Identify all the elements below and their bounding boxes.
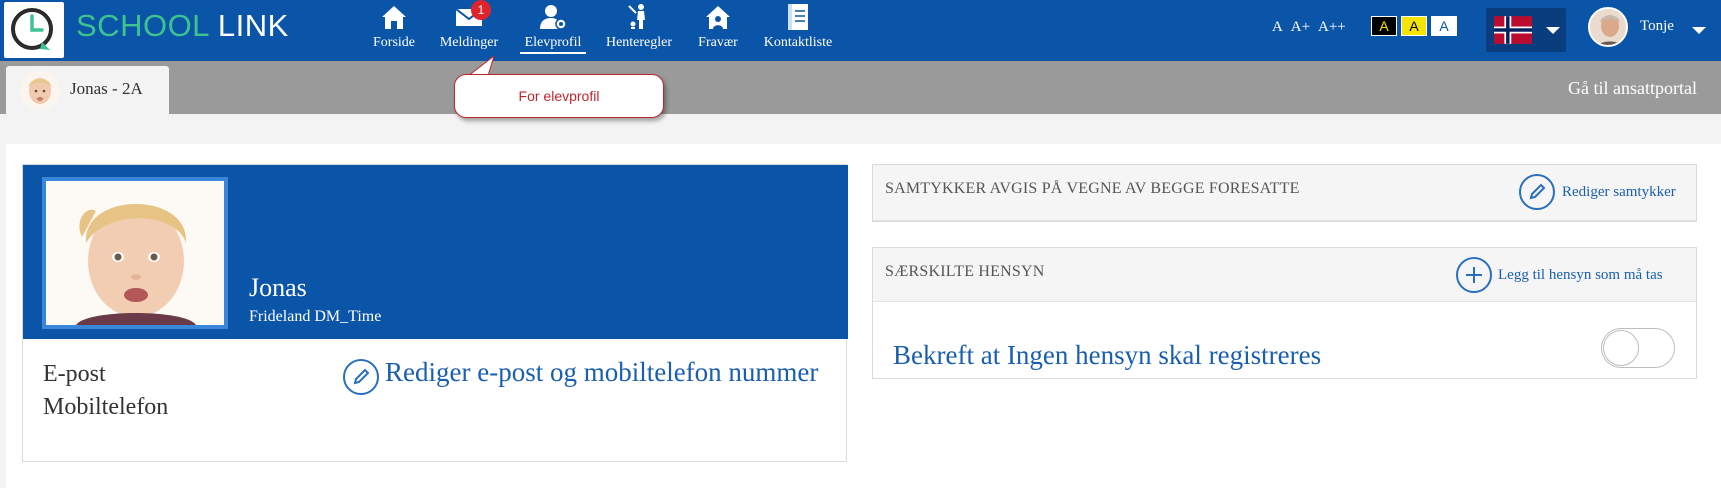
language-selector[interactable] bbox=[1486, 8, 1566, 52]
edit-contact-button[interactable]: Rediger e-post og mobiltelefon nummer bbox=[343, 355, 843, 395]
nav-item-elevprofil[interactable]: Elevprofil bbox=[520, 0, 586, 61]
student-profile-icon bbox=[540, 5, 567, 30]
consent-title: SAMTYKKER AVGIS PÅ VEGNE AV BEGGE FORESA… bbox=[885, 180, 1300, 197]
brand-link: LINK bbox=[217, 8, 289, 43]
contrast-white-button[interactable]: A bbox=[1431, 16, 1457, 36]
brand-wordmark: SCHOOL LINK bbox=[76, 8, 289, 44]
profile-banner: Jonas Frideland DM_Time bbox=[23, 165, 848, 339]
add-consideration-button[interactable]: Legg til hensyn som må tas bbox=[1456, 257, 1686, 293]
brand-school: SCHOOL bbox=[76, 8, 209, 43]
edit-consent-button[interactable]: Rediger samtykker bbox=[1519, 174, 1689, 210]
special-considerations-header: SÆRSKILTE HENSYN Legg til hensyn som må … bbox=[873, 248, 1696, 302]
user-avatar bbox=[1588, 7, 1628, 47]
special-considerations-panel: SÆRSKILTE HENSYN Legg til hensyn som må … bbox=[872, 247, 1697, 379]
nav-item-meldinger[interactable]: 1 Meldinger bbox=[435, 0, 503, 61]
pencil-icon bbox=[1519, 174, 1555, 210]
edit-consent-label: Rediger samtykker bbox=[1562, 184, 1676, 200]
nav-label-kontaktliste: Kontaktliste bbox=[763, 35, 833, 50]
nav-label-henteregler: Henteregler bbox=[605, 35, 673, 50]
confirm-no-considerations-toggle[interactable] bbox=[1601, 328, 1675, 368]
child-tab-jonas[interactable]: Jonas - 2A bbox=[6, 66, 169, 114]
toggle-knob bbox=[1603, 330, 1639, 366]
mobile-phone-label: Mobiltelefon bbox=[43, 394, 169, 420]
absence-house-icon bbox=[706, 6, 730, 29]
edit-contact-label: Rediger e-post og mobiltelefon nummer bbox=[385, 357, 819, 387]
nav-label-elevprofil: Elevprofil bbox=[520, 35, 586, 54]
child-tab-label: Jonas - 2A bbox=[70, 79, 143, 98]
student-school: Frideland DM_Time bbox=[249, 308, 382, 325]
nav-item-henteregler[interactable]: Henteregler bbox=[602, 0, 676, 61]
email-label: E-post bbox=[43, 361, 106, 387]
contrast-black-button[interactable]: A bbox=[1371, 16, 1397, 36]
child-avatar bbox=[20, 71, 60, 111]
child-portrait-icon bbox=[20, 71, 60, 111]
special-considerations-title: SÆRSKILTE HENSYN bbox=[885, 263, 1045, 280]
contrast-yellow-button[interactable]: A bbox=[1401, 16, 1427, 36]
contact-list-icon bbox=[788, 4, 808, 30]
unread-badge: 1 bbox=[471, 0, 491, 20]
school-link-logo[interactable] bbox=[4, 2, 64, 58]
font-size-xlarge-button[interactable]: A++ bbox=[1318, 19, 1346, 35]
chevron-down-icon bbox=[1692, 27, 1706, 34]
font-size-controls: A A+ A++ bbox=[1272, 19, 1351, 36]
student-profile-card: Jonas Frideland DM_Time E-post Mobiltele… bbox=[22, 164, 848, 462]
clock-logo-icon bbox=[11, 8, 53, 50]
nav-item-kontaktliste[interactable]: Kontaktliste bbox=[760, 0, 836, 61]
student-name: Jonas bbox=[249, 273, 307, 302]
consent-panel: SAMTYKKER AVGIS PÅ VEGNE AV BEGGE FORESA… bbox=[872, 164, 1697, 222]
pencil-icon bbox=[343, 359, 379, 395]
employee-portal-link[interactable]: Gå til ansattportal bbox=[1568, 78, 1697, 99]
top-navigation-bar: SCHOOL LINK Forside 1 Meldinger Elevprof… bbox=[0, 0, 1721, 61]
home-icon bbox=[382, 6, 406, 29]
norway-flag-icon bbox=[1494, 16, 1532, 44]
student-portrait-icon bbox=[46, 181, 224, 325]
font-size-normal-button[interactable]: A bbox=[1272, 19, 1283, 35]
user-portrait-icon bbox=[1590, 9, 1626, 45]
user-menu[interactable]: Tonje bbox=[1588, 7, 1708, 53]
plus-icon bbox=[1456, 257, 1492, 293]
nav-label-forside: Forside bbox=[373, 35, 415, 50]
nav-label-fravaer: Fravær bbox=[698, 35, 738, 50]
chevron-down-icon bbox=[1546, 27, 1560, 34]
tooltip-callout: For elevprofil bbox=[454, 74, 664, 118]
confirm-no-considerations-label: Bekreft at Ingen hensyn skal registreres bbox=[893, 340, 1322, 370]
nav-item-forside[interactable]: Forside bbox=[368, 0, 420, 61]
consent-panel-header: SAMTYKKER AVGIS PÅ VEGNE AV BEGGE FORESA… bbox=[873, 165, 1696, 221]
user-name: Tonje bbox=[1640, 18, 1674, 34]
font-size-large-button[interactable]: A+ bbox=[1291, 19, 1310, 35]
nav-item-fravaer[interactable]: Fravær bbox=[694, 0, 742, 61]
nav-label-meldinger: Meldinger bbox=[439, 35, 499, 50]
child-selector-bar: Jonas - 2A Gå til ansattportal bbox=[0, 61, 1721, 114]
add-consideration-label: Legg til hensyn som må tas bbox=[1498, 267, 1663, 283]
tooltip-text: For elevprofil bbox=[518, 88, 600, 104]
student-photo bbox=[42, 177, 228, 329]
pickup-rules-icon bbox=[628, 4, 645, 29]
